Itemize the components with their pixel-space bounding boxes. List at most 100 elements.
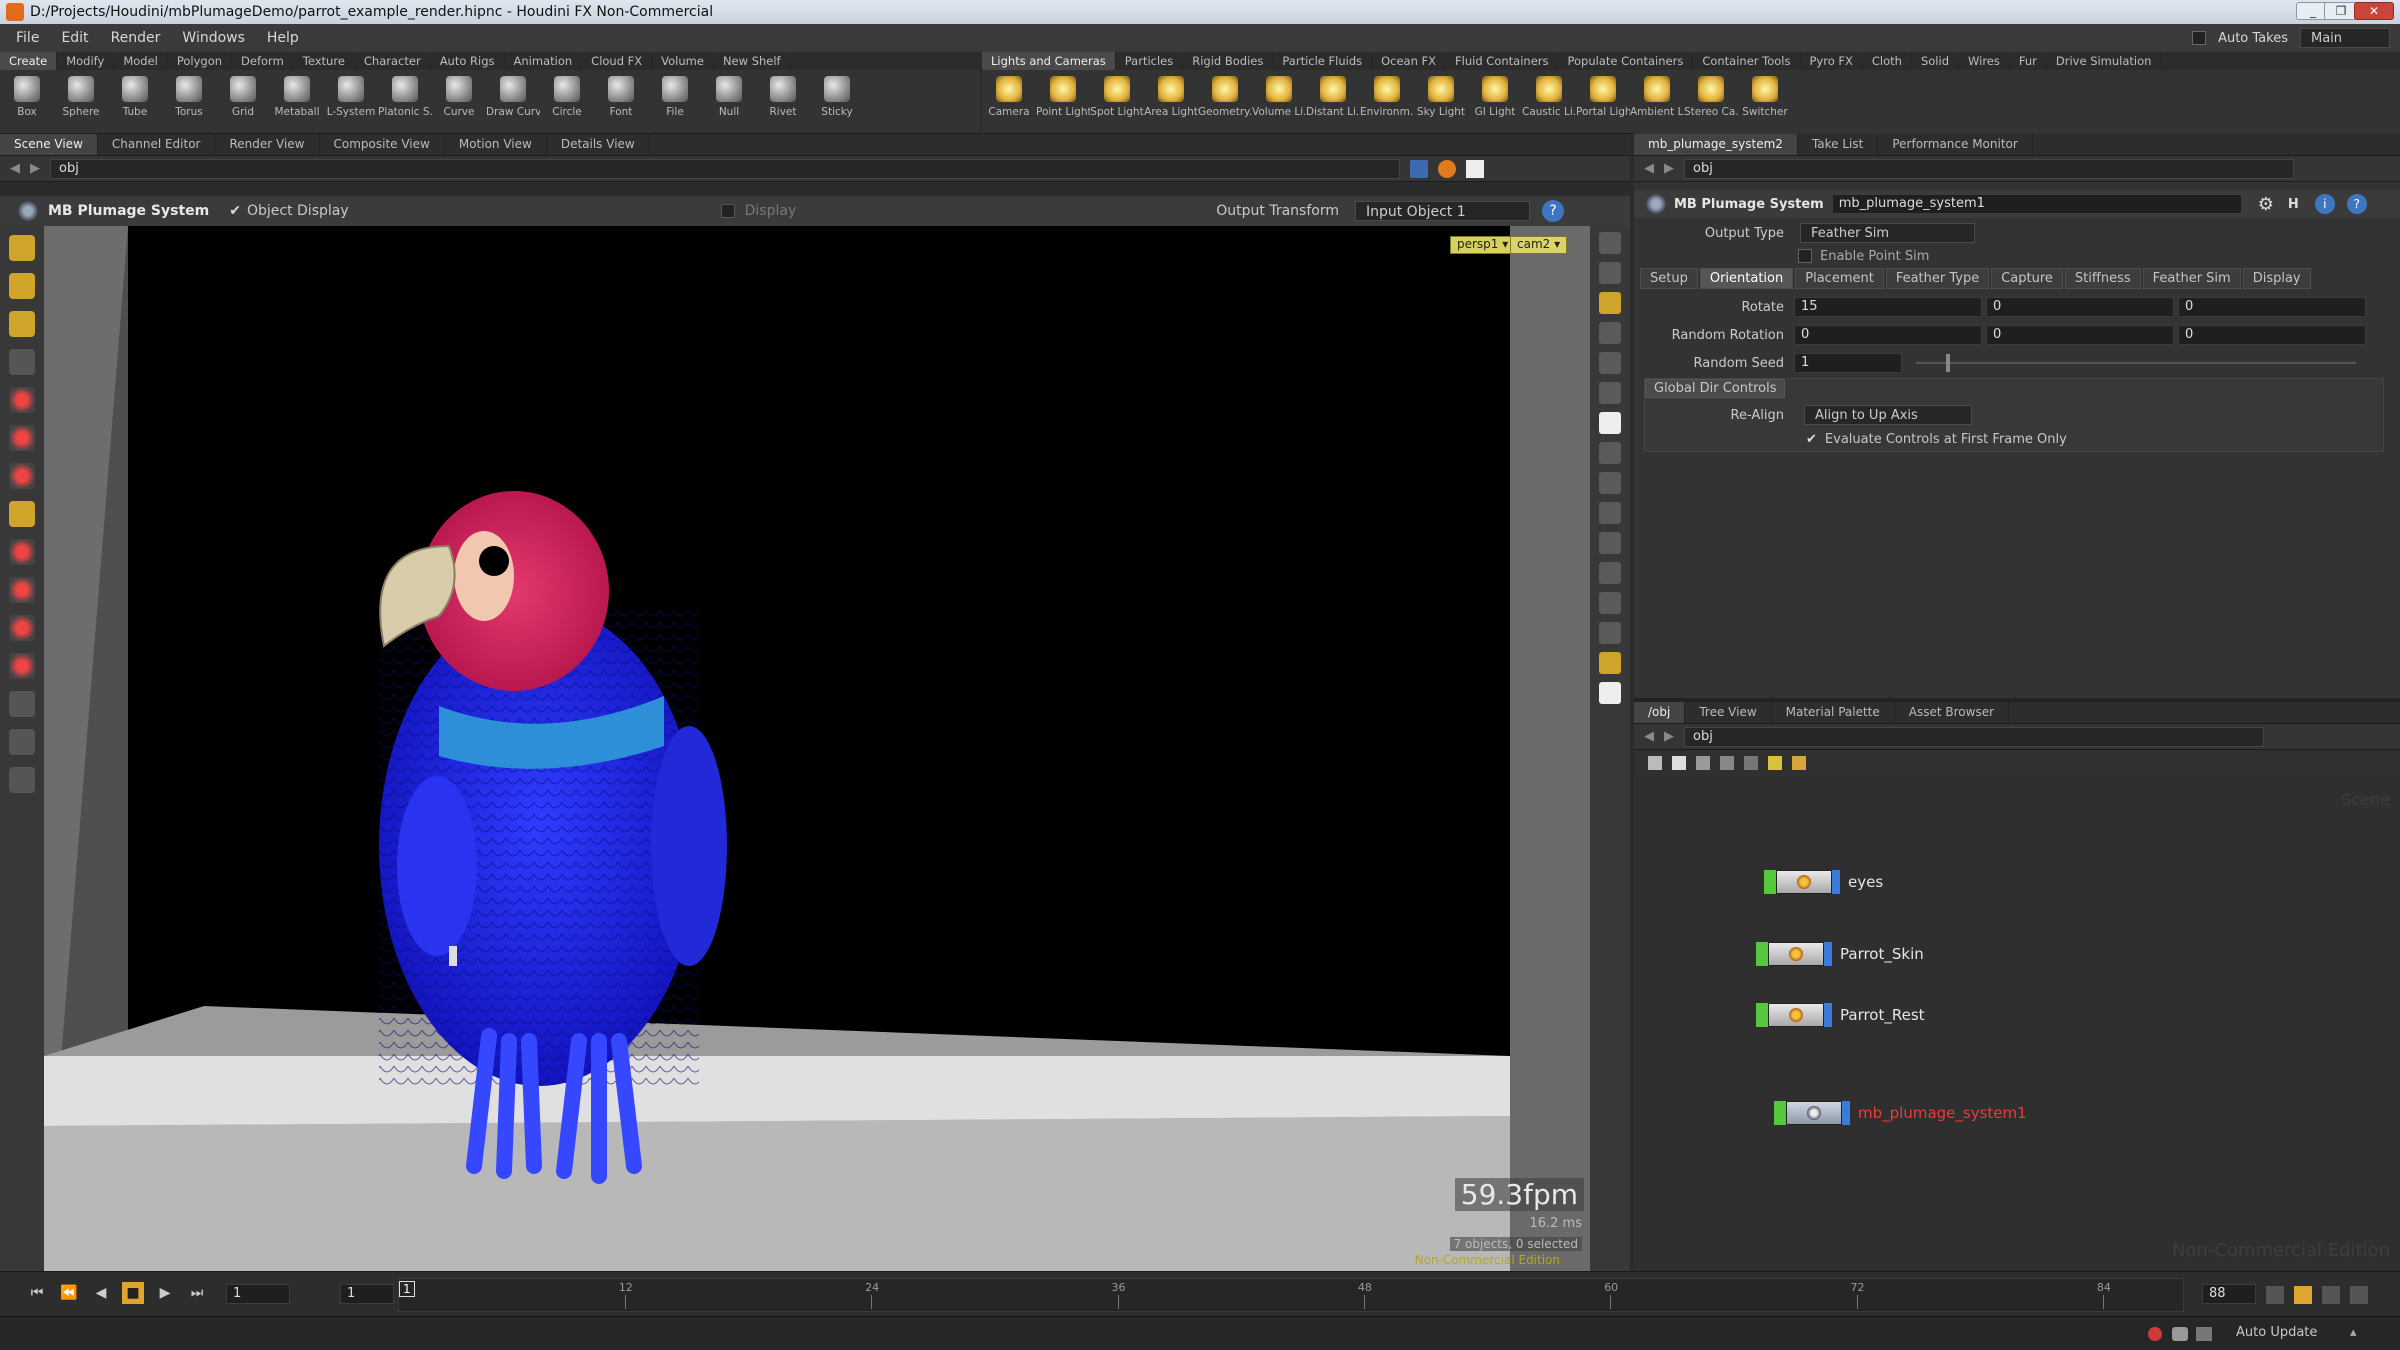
shelf-tool-5[interactable]: Metaball (270, 76, 324, 118)
shelf-tool-7[interactable]: Platonic S... (378, 76, 432, 118)
left-pane-tab-3[interactable]: Composite View (320, 134, 445, 155)
shading-icon[interactable] (1599, 322, 1621, 344)
menu-render[interactable]: Render (111, 30, 161, 46)
network-editor[interactable]: Scene Non-Commercial Edition eyes Parrot… (1634, 776, 2400, 1271)
shelf-tab-6[interactable]: Populate Containers (1558, 52, 1694, 70)
lighting-icon[interactable] (1599, 292, 1621, 314)
shelf-tab-2[interactable]: Model (114, 52, 168, 70)
net-network-box-icon[interactable] (1792, 756, 1806, 770)
camera-persp-menu[interactable]: persp1 ▾ (1450, 236, 1516, 254)
primitive-icon[interactable] (1599, 502, 1621, 524)
random-seed-slider-handle[interactable] (1946, 354, 1950, 372)
camera-cam-menu[interactable]: cam2 ▾ (1510, 236, 1568, 254)
rotate-y-field[interactable]: 0 (1986, 297, 2174, 317)
shelf-tab-4[interactable]: Ocean FX (1372, 52, 1447, 70)
shelf-tab-1[interactable]: Particles (1116, 52, 1184, 70)
capture-tool-icon[interactable] (9, 539, 35, 565)
node-eyes[interactable]: eyes (1764, 869, 1883, 895)
net-tool-3-icon[interactable] (1696, 756, 1710, 770)
network-pane-tab-0[interactable]: /obj (1634, 702, 1686, 723)
shelf-tool-6[interactable]: Distant Li... (1306, 76, 1360, 118)
shelf-tab-7[interactable]: Auto Rigs (431, 52, 505, 70)
rotate-z-field[interactable]: 0 (2178, 297, 2366, 317)
view-tool-icon[interactable] (9, 349, 35, 375)
shelf-tab-5[interactable]: Texture (294, 52, 355, 70)
grid-icon[interactable] (1599, 532, 1621, 554)
network-pane-tab-3[interactable]: Asset Browser (1895, 702, 2010, 723)
forward-arrow-icon[interactable]: ▶ (30, 161, 40, 176)
node-parrot-skin[interactable]: Parrot_Skin (1756, 941, 1924, 967)
shelf-tool-4[interactable]: Grid (216, 76, 270, 118)
normals-icon[interactable] (1599, 442, 1621, 464)
net-back-arrow-icon[interactable]: ◀ (1644, 729, 1654, 744)
param-pane-tab-0[interactable]: mb_plumage_system2 (1634, 134, 1798, 155)
rotate-x-field[interactable]: 15 (1794, 297, 1982, 317)
shelf-tab-9[interactable]: Cloud FX (582, 52, 653, 70)
net-tool-2-icon[interactable] (1672, 756, 1686, 770)
auto-takes-checkbox[interactable] (2192, 31, 2207, 45)
shelf-tool-14[interactable]: Switcher (1738, 76, 1792, 118)
shelf-tool-6[interactable]: L-System (324, 76, 378, 118)
render-icon[interactable] (1438, 159, 1456, 178)
node-name-field[interactable]: mb_plumage_system1 (1831, 194, 2242, 214)
display-checkbox[interactable] (720, 204, 735, 218)
net-tool-4-icon[interactable] (1720, 756, 1734, 770)
viewport-layout-icon[interactable] (1599, 682, 1621, 704)
shelf-tab-3[interactable]: Polygon (168, 52, 233, 70)
shelf-tool-8[interactable]: Curve (432, 76, 486, 118)
shelf-tool-0[interactable]: Box (0, 76, 54, 118)
param-tab-3[interactable]: Feather Type (1885, 268, 1990, 289)
shelf-tool-7[interactable]: Environm... (1360, 76, 1414, 118)
shelf-tab-8[interactable]: Animation (505, 52, 583, 70)
shelf-tool-9[interactable]: Draw Curve (486, 76, 540, 118)
node-parrot-rest[interactable]: Parrot_Rest (1756, 1002, 1925, 1028)
shelf-tool-14[interactable]: Rivet (756, 76, 810, 118)
object-display-check-icon[interactable]: ✔ (229, 203, 241, 219)
display-options-icon[interactable] (1599, 232, 1621, 254)
shelf-tool-0[interactable]: Camera (982, 76, 1036, 118)
output-type-select[interactable]: Feather Sim (1800, 223, 1975, 243)
start-frame-field[interactable]: 1 (226, 1284, 290, 1304)
random-rotation-x-field[interactable]: 0 (1794, 325, 1982, 345)
shelf-tab-8[interactable]: Pyro FX (1801, 52, 1863, 70)
shelf-tool-15[interactable]: Sticky (810, 76, 864, 118)
shelf-tab-0[interactable]: Create (0, 52, 58, 70)
param-tab-0[interactable]: Setup (1640, 268, 1698, 289)
settings-gear-icon[interactable]: ⚙ (2258, 194, 2274, 215)
error-indicator-icon[interactable] (2148, 1327, 2162, 1341)
messages-icon[interactable] (2172, 1327, 2188, 1341)
vertex-icon[interactable] (1599, 472, 1621, 494)
realign-select[interactable]: Align to Up Axis (1804, 405, 1972, 425)
param-tab-6[interactable]: Feather Sim (2142, 268, 2241, 289)
back-arrow-icon[interactable]: ◀ (10, 161, 20, 176)
groom-tool-icon[interactable] (9, 767, 35, 793)
net-forward-arrow-icon[interactable]: ▶ (1664, 729, 1674, 744)
shelf-tab-1[interactable]: Modify (57, 52, 115, 70)
menu-edit[interactable]: Edit (61, 30, 88, 46)
weight-tool-icon[interactable] (9, 577, 35, 603)
shelf-tool-9[interactable]: GI Light (1468, 76, 1522, 118)
sculpt-tool-icon[interactable] (9, 653, 35, 679)
shelf-tool-3[interactable]: Area Light (1144, 76, 1198, 118)
shelf-tab-11[interactable]: New Shelf (714, 52, 791, 70)
jump-start-button[interactable]: ⏮ (26, 1282, 48, 1304)
menu-windows[interactable]: Windows (182, 30, 245, 46)
cache-icon[interactable] (2196, 1327, 2212, 1341)
shelf-tool-13[interactable]: Stereo Ca... (1684, 76, 1738, 118)
snap-tool-icon[interactable] (9, 691, 35, 717)
shelf-tab-2[interactable]: Rigid Bodies (1183, 52, 1274, 70)
paint-tool-icon[interactable] (9, 615, 35, 641)
param-tab-1[interactable]: Orientation (1699, 268, 1794, 289)
shelf-tool-10[interactable]: Caustic Li... (1522, 76, 1576, 118)
net-tool-5-icon[interactable] (1744, 756, 1758, 770)
rotate-tool-icon[interactable] (9, 311, 35, 337)
shelf-tool-5[interactable]: Volume Li... (1252, 76, 1306, 118)
shelf-tab-0[interactable]: Lights and Cameras (982, 52, 1116, 70)
left-pane-tab-4[interactable]: Motion View (445, 134, 547, 155)
shelf-tool-3[interactable]: Torus (162, 76, 216, 118)
hide-icon[interactable] (1599, 622, 1621, 644)
help-icon[interactable]: ? (1541, 200, 1564, 222)
evaluate-controls-check-icon[interactable]: ✔ (1806, 432, 1817, 447)
step-back-button[interactable]: ⏪ (58, 1282, 80, 1304)
points-icon[interactable] (1599, 382, 1621, 404)
